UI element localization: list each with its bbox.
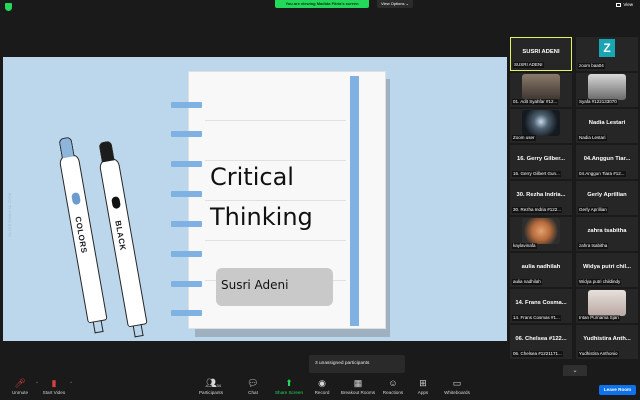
slide-watermark: SLIDESMANIA.COM	[7, 192, 12, 237]
chat-button[interactable]: 💬︎ Chat	[233, 376, 273, 400]
start-video-button[interactable]: ▮ Start Video ^	[34, 376, 74, 400]
avatar: Z	[599, 39, 615, 57]
video-tile[interactable]: SUSRI ADENI SUSRI ADENI	[510, 37, 572, 71]
video-tile[interactable]: 01. Adit Syahfar #12...	[510, 73, 572, 107]
notebook-ring	[171, 310, 202, 316]
meeting-toolbar: 🎤︎ Unmute ^ ▮ Start Video ^ 👥︎ 34 Partic…	[0, 376, 640, 400]
participant-video	[522, 110, 560, 136]
notebook-ring	[171, 221, 202, 227]
black-marker-illustration: BLACK	[98, 140, 148, 338]
video-tile[interactable]: Widya putri chil... Widya putri childind…	[576, 253, 638, 287]
video-tile[interactable]: Z zoom baa04	[576, 37, 638, 71]
notebook-ring	[171, 131, 202, 137]
slide-title-line2: Thinking	[210, 203, 313, 231]
video-tile[interactable]: Gerly Aprillian Gerly Aprillian	[576, 181, 638, 215]
participant-video	[588, 74, 626, 100]
video-off-icon: ▮	[51, 378, 57, 388]
unassigned-participants-popup[interactable]: 3 unassigned participants	[309, 355, 405, 373]
video-tile[interactable]: Syafa #122133070	[576, 73, 638, 107]
participant-gallery: SUSRI ADENI SUSRI ADENI Z zoom baa04 01.…	[510, 37, 640, 367]
notebook-ring	[171, 102, 202, 108]
record-button[interactable]: ◉ Record	[302, 376, 342, 400]
notebook-ring	[171, 251, 202, 257]
chevron-down-icon: ⌄	[572, 368, 578, 374]
participant-video	[522, 218, 560, 244]
notebook-stripe	[350, 76, 359, 326]
view-options-button[interactable]: View Options ⌄	[377, 0, 413, 8]
marker-black-label: BLACK	[113, 219, 128, 252]
leave-room-button[interactable]: Leave Room	[599, 385, 636, 395]
view-button[interactable]: View	[616, 2, 633, 8]
participants-icon: 👥︎	[205, 378, 217, 388]
participants-button[interactable]: 👥︎ 34 Participants	[191, 376, 231, 400]
record-icon: ◉	[318, 378, 326, 388]
grid-view-icon	[616, 2, 622, 7]
author-box: Susri Adeni	[216, 268, 333, 306]
participant-video	[588, 290, 626, 316]
caret-up-icon[interactable]: ^	[70, 380, 72, 385]
colors-marker-illustration: COLORS	[58, 136, 108, 334]
video-tile[interactable]: aulia nadhilah aulia nadhilah	[510, 253, 572, 287]
slide-title-line1: Critical	[210, 163, 294, 191]
notebook-ring	[171, 281, 202, 287]
shared-screen: SLIDESMANIA.COM COLORS BLACK Critical Th…	[3, 57, 507, 341]
video-tile[interactable]: 14. Frans Cosma... 14. Frans Cosmas #1..…	[510, 289, 572, 323]
participant-video	[522, 74, 560, 100]
video-tile[interactable]: Intan Purnama Sjari	[576, 289, 638, 323]
zoom-window: You are viewing Madida Fitria's screen V…	[0, 0, 640, 400]
video-tile[interactable]: 06. Chelsea #122... 06. Chelsea #1221171…	[510, 325, 572, 359]
notebook-ring	[171, 161, 202, 167]
chat-icon: 💬︎	[247, 378, 259, 388]
video-tile[interactable]: 04.Anggun Tiar... 04.Anggun Tiara #12...	[576, 145, 638, 179]
view-label: View	[623, 2, 633, 7]
video-tile[interactable]: 16. Gerry Gilber... 16. Gerry Gilbert Gu…	[510, 145, 572, 179]
viewing-screen-banner: You are viewing Madida Fitria's screen	[275, 0, 369, 8]
whiteboard-icon: ▭	[452, 378, 462, 388]
video-tile[interactable]: zahra tsabitha zahra tsabitha	[576, 217, 638, 251]
participants-count: 34	[216, 383, 221, 388]
video-tile[interactable]: Nadia Lestari Nadia Lestari	[576, 109, 638, 143]
video-tile[interactable]: Yudhistira Anth... Yudhistira Anthonio	[576, 325, 638, 359]
security-shield-icon[interactable]	[5, 3, 12, 11]
top-bar: You are viewing Madida Fitria's screen V…	[0, 0, 640, 13]
marker-colors-label: COLORS	[73, 215, 89, 255]
whiteboards-button[interactable]: ▭ Whiteboards	[437, 376, 477, 400]
notebook-ring	[171, 191, 202, 197]
video-tile[interactable]: 30. Rezha Indria... 30. Rezha Indria #12…	[510, 181, 572, 215]
video-tile[interactable]: Zoom user	[510, 109, 572, 143]
author-name: Susri Adeni	[221, 278, 289, 292]
video-tile[interactable]: kaylavinafa	[510, 217, 572, 251]
